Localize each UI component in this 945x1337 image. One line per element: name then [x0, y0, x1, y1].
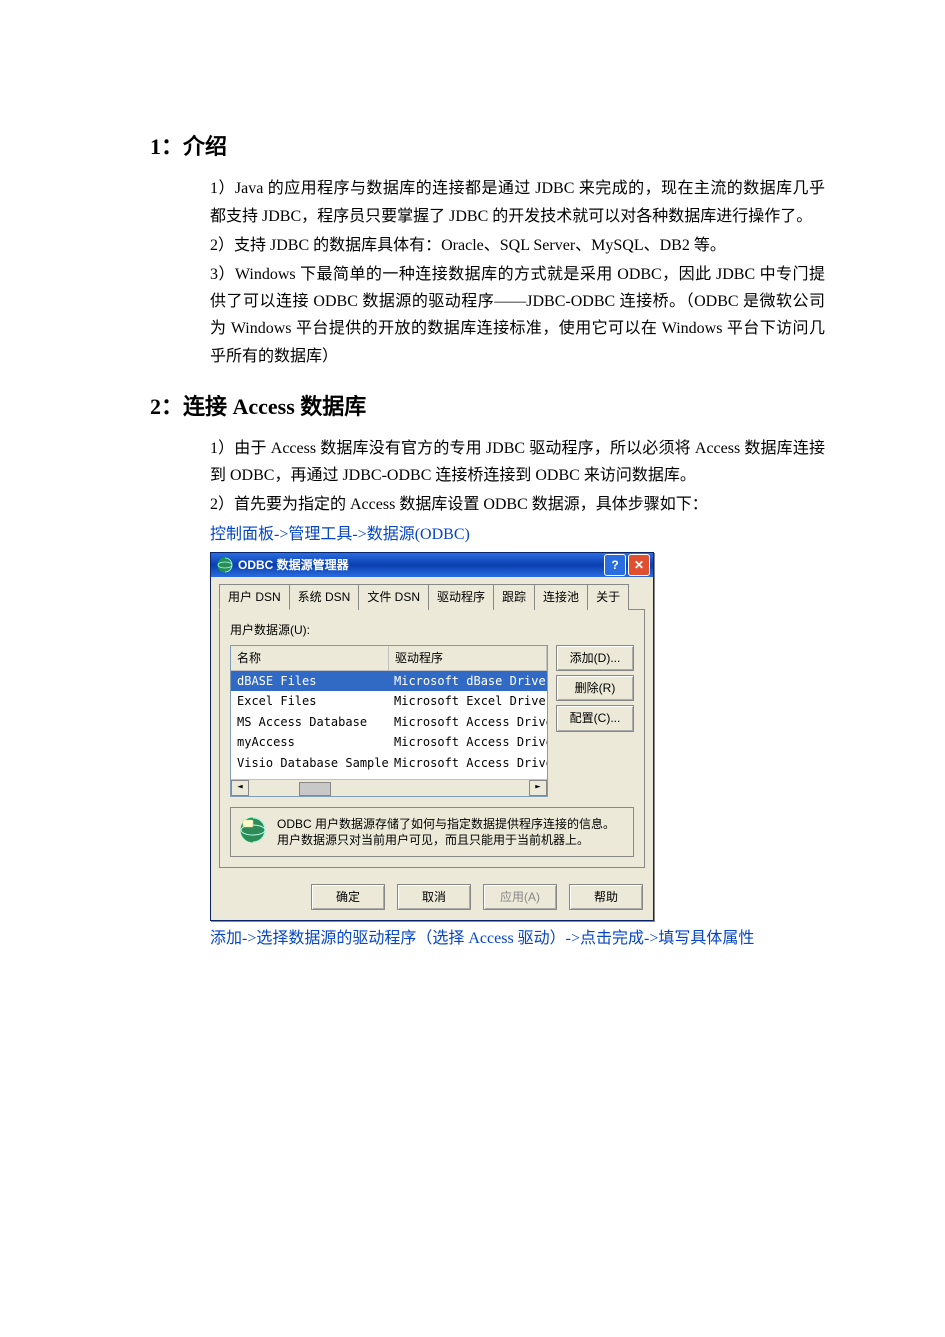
list-row[interactable]: dBASE Files Microsoft dBase Driver (*.db…	[231, 671, 547, 691]
list-row[interactable]: myAccess Microsoft Access Driver (*.mdb	[231, 732, 547, 752]
col-driver[interactable]: 驱动程序	[389, 646, 547, 670]
section2-heading: 2：连接 Access 数据库	[150, 388, 825, 425]
section1-heading: 1：介绍	[150, 128, 825, 165]
tab-about[interactable]: 关于	[587, 584, 629, 610]
remove-button[interactable]: 删除(R)	[556, 675, 634, 701]
help-dialog-button[interactable]: 帮助	[569, 884, 643, 910]
scroll-thumb[interactable]	[299, 782, 331, 796]
tab-pool[interactable]: 连接池	[534, 584, 588, 610]
add-button[interactable]: 添加(D)...	[556, 645, 634, 671]
ok-button[interactable]: 确定	[311, 884, 385, 910]
help-button[interactable]: ?	[604, 554, 626, 576]
col-name[interactable]: 名称	[231, 646, 389, 670]
odbc-admin-window: ODBC 数据源管理器 ? ✕ 用户 DSN 系统 DSN 文件 DSN 驱动程…	[210, 552, 654, 922]
cancel-button[interactable]: 取消	[397, 884, 471, 910]
info-icon	[239, 816, 267, 844]
dialog-button-row: 确定 取消 应用(A) 帮助	[211, 876, 653, 920]
datasource-list[interactable]: 名称 驱动程序 dBASE Files Microsoft dBase Driv…	[230, 645, 548, 797]
close-button[interactable]: ✕	[628, 554, 650, 576]
tab-user-dsn[interactable]: 用户 DSN	[219, 584, 290, 610]
list-item: 2）首先要为指定的 Access 数据库设置 ODBC 数据源，具体步骤如下：	[210, 491, 825, 518]
list-item: 3）Windows 下最简单的一种连接数据库的方式就是采用 ODBC，因此 JD…	[210, 261, 825, 370]
list-item: 1）Java 的应用程序与数据库的连接都是通过 JDBC 来完成的，现在主流的数…	[210, 175, 825, 229]
titlebar: ODBC 数据源管理器 ? ✕	[211, 553, 653, 577]
section1-list: 1）Java 的应用程序与数据库的连接都是通过 JDBC 来完成的，现在主流的数…	[150, 175, 825, 369]
breadcrumb-path-link: 控制面板->管理工具->数据源(ODBC)	[210, 521, 825, 548]
scroll-left-icon[interactable]: ◄	[231, 780, 249, 796]
configure-button[interactable]: 配置(C)...	[556, 705, 634, 731]
tab-panel: 用户数据源(U): 名称 驱动程序 dBASE Files Microsoft …	[219, 609, 645, 868]
list-row[interactable]: Excel Files Microsoft Excel Driver (*.xl…	[231, 691, 547, 711]
tab-system-dsn[interactable]: 系统 DSN	[289, 584, 360, 610]
list-header: 名称 驱动程序	[231, 646, 547, 671]
tab-drivers[interactable]: 驱动程序	[428, 584, 494, 610]
app-icon	[217, 557, 233, 573]
tab-file-dsn[interactable]: 文件 DSN	[358, 584, 429, 610]
tab-trace[interactable]: 跟踪	[493, 584, 535, 610]
list-item: 2）支持 JDBC 的数据库具体有：Oracle、SQL Server、MySQ…	[210, 232, 825, 259]
list-row[interactable]: Visio Database Samples Microsoft Access …	[231, 753, 547, 773]
info-box: ODBC 用户数据源存储了如何与指定数据提供程序连接的信息。用户数据源只对当前用…	[230, 807, 634, 857]
group-label: 用户数据源(U):	[230, 620, 634, 640]
section2-list: 1）由于 Access 数据库没有官方的专用 JDBC 驱动程序，所以必须将 A…	[150, 435, 825, 548]
breadcrumb-path-link: 添加->选择数据源的驱动程序（选择 Access 驱动）->点击完成->填写具体…	[210, 925, 825, 952]
list-item: 1）由于 Access 数据库没有官方的专用 JDBC 驱动程序，所以必须将 A…	[210, 435, 825, 489]
list-row[interactable]: MS Access Database Microsoft Access Driv…	[231, 712, 547, 732]
tab-bar: 用户 DSN 系统 DSN 文件 DSN 驱动程序 跟踪 连接池 关于	[211, 577, 653, 609]
window-title: ODBC 数据源管理器	[238, 555, 602, 575]
apply-button[interactable]: 应用(A)	[483, 884, 557, 910]
info-text: ODBC 用户数据源存储了如何与指定数据提供程序连接的信息。用户数据源只对当前用…	[277, 816, 625, 848]
scroll-right-icon[interactable]: ►	[529, 780, 547, 796]
horizontal-scrollbar[interactable]: ◄ ►	[231, 779, 547, 796]
